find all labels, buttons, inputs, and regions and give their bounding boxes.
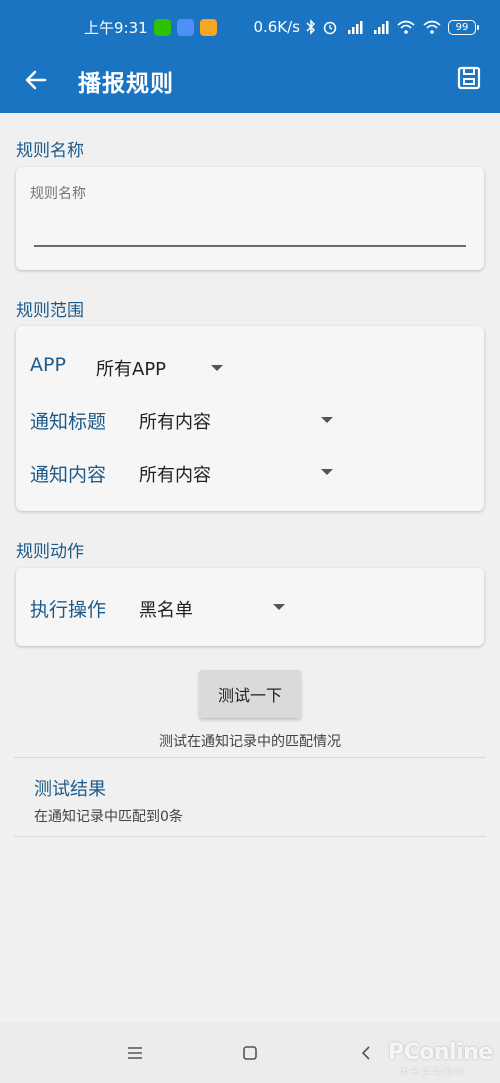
signal-hd-icon	[344, 19, 364, 35]
watermark-sub: 太平洋电脑网	[400, 1067, 466, 1076]
result-text: 在通知记录中匹配到0条	[34, 809, 183, 825]
home-icon[interactable]	[237, 1040, 263, 1066]
signal-hd-icon	[370, 19, 390, 35]
rule-action-card: 执行操作 黑名单	[16, 568, 484, 646]
system-nav-bar: PConline 太平洋电脑网	[0, 1022, 500, 1083]
status-right: 0.6K/s 99	[253, 18, 479, 36]
test-button[interactable]: 测试一下	[199, 670, 301, 718]
rule-name-hint: 规则名称	[30, 186, 86, 202]
save-icon[interactable]	[456, 65, 484, 93]
scope-value-content[interactable]: 所有内容	[139, 461, 211, 487]
app-icon-orange	[199, 18, 217, 36]
net-speed: 0.6K/s	[253, 18, 300, 36]
arrow-left-icon[interactable]	[22, 66, 50, 94]
watermark-logo: PConline	[388, 1040, 493, 1065]
chevron-down-icon[interactable]	[321, 469, 333, 475]
rule-name-input[interactable]	[34, 211, 466, 243]
chevron-down-icon[interactable]	[321, 417, 333, 423]
scope-label-app: APP	[30, 354, 66, 376]
section-title-rule-action: 规则动作	[16, 542, 84, 562]
back-icon[interactable]	[353, 1040, 379, 1066]
wifi-icon	[396, 19, 416, 35]
result-title: 测试结果	[34, 779, 106, 800]
app-header: 上午9:31 0.6K/s 99 播报规则	[0, 0, 500, 113]
divider	[14, 836, 486, 837]
divider	[14, 757, 486, 758]
wifi-icon	[422, 19, 442, 35]
rule-scope-card: APP 所有APP 通知标题 所有内容 通知内容 所有内容	[16, 326, 484, 511]
battery-icon: 99	[448, 19, 479, 35]
section-title-rule-name: 规则名称	[16, 141, 84, 161]
bluetooth-icon	[306, 19, 316, 35]
action-label: 执行操作	[30, 599, 107, 621]
toolbar: 播报规则	[0, 54, 500, 113]
menu-icon[interactable]	[122, 1040, 148, 1066]
wechat-icon	[153, 18, 171, 36]
action-value[interactable]: 黑名单	[139, 596, 193, 622]
status-bar: 上午9:31 0.6K/s 99	[0, 0, 500, 54]
chevron-down-icon[interactable]	[273, 604, 285, 610]
page-title: 播报规则	[78, 71, 174, 97]
status-left: 上午9:31	[84, 17, 217, 38]
scope-value-title[interactable]: 所有内容	[139, 408, 211, 434]
section-title-rule-scope: 规则范围	[16, 301, 84, 321]
chevron-down-icon[interactable]	[211, 365, 223, 371]
rule-name-card: 规则名称	[16, 167, 484, 270]
alarm-icon	[322, 19, 338, 35]
test-hint: 测试在通知记录中的匹配情况	[159, 734, 341, 750]
battery-level: 99	[455, 21, 469, 33]
rule-name-underline	[34, 245, 466, 247]
scope-value-app[interactable]: 所有APP	[96, 355, 166, 381]
scope-label-title: 通知标题	[30, 411, 107, 433]
scope-label-content: 通知内容	[30, 464, 107, 486]
status-time: 上午9:31	[84, 18, 148, 37]
app-icon	[176, 18, 194, 36]
